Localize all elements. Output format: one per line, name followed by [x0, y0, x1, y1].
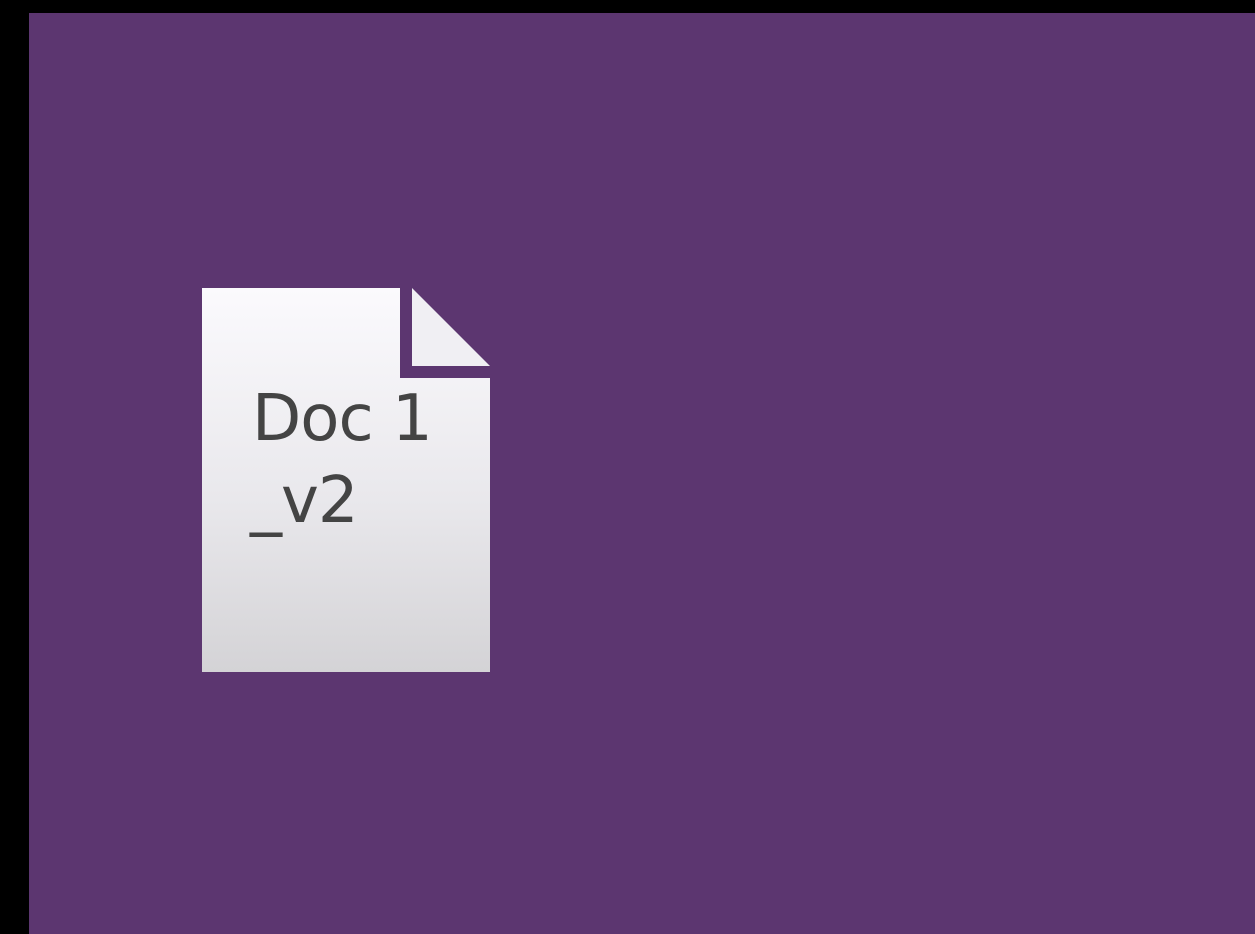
folded-corner — [412, 288, 490, 366]
desktop[interactable]: Doc 1 _v2 — [29, 13, 1255, 934]
screen-frame: Doc 1 _v2 — [0, 0, 1255, 934]
file-icon-doc-1-v2[interactable]: Doc 1 _v2 — [202, 288, 490, 672]
file-name-line1: Doc 1 — [252, 382, 433, 456]
file-name-line2: _v2 — [250, 464, 359, 538]
file-name-label: Doc 1 _v2 — [250, 382, 482, 538]
